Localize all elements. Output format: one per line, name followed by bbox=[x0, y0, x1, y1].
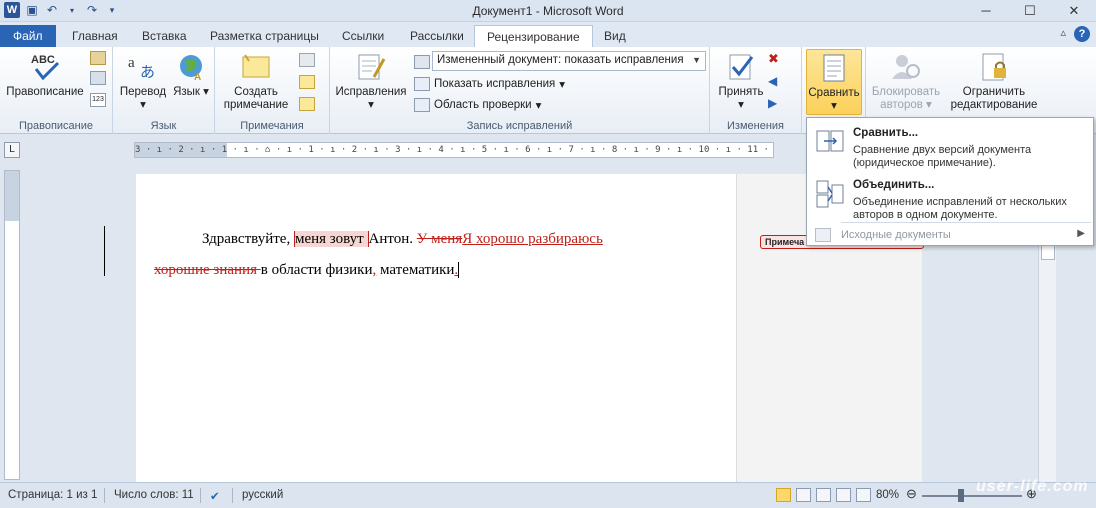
outline-view-icon[interactable] bbox=[836, 488, 851, 502]
ribbon-tabs: Файл Главная Вставка Разметка страницы С… bbox=[0, 22, 1096, 47]
tab-references[interactable]: Ссылки bbox=[330, 25, 396, 47]
minimize-ribbon-icon[interactable]: ▵ bbox=[1060, 26, 1066, 39]
tab-review[interactable]: Рецензирование bbox=[474, 25, 593, 47]
help-icon[interactable]: ? bbox=[1074, 26, 1090, 42]
zoom-out-icon[interactable]: ⊖ bbox=[906, 486, 917, 502]
deleted-text: хорошие знания bbox=[154, 262, 261, 278]
reject-icon[interactable]: ✖ bbox=[768, 52, 784, 67]
vruler-top-margin bbox=[5, 171, 19, 221]
spelling-icon: ABC bbox=[28, 51, 62, 83]
page-count[interactable]: Страница: 1 из 1 bbox=[8, 489, 97, 501]
word-count[interactable]: Число слов: 11 bbox=[114, 489, 194, 501]
word-count-icon[interactable]: 123 bbox=[90, 93, 106, 107]
language-status[interactable]: русский bbox=[242, 489, 283, 501]
menu-separator bbox=[841, 222, 1091, 223]
group-changes: Принять ▾ ✖ ◀ ▶ Изменения bbox=[710, 47, 802, 134]
proofing-status-icon[interactable]: ✔ bbox=[210, 489, 220, 503]
draft-view-icon[interactable] bbox=[856, 488, 871, 502]
group-label-proofing: Правописание bbox=[18, 120, 94, 132]
menu-item-source-documents[interactable]: Исходные документы ▶ bbox=[807, 226, 1093, 244]
restrict-editing-icon bbox=[977, 51, 1011, 83]
zoom-slider-thumb[interactable] bbox=[958, 489, 964, 502]
print-layout-view-icon[interactable] bbox=[776, 488, 791, 502]
next-change-icon[interactable]: ▶ bbox=[768, 97, 784, 111]
group-label-language: Язык bbox=[150, 120, 177, 132]
block-authors-icon bbox=[889, 51, 923, 83]
source-documents-icon bbox=[815, 228, 831, 242]
submenu-arrow-icon: ▶ bbox=[1077, 228, 1085, 239]
minimize-button[interactable]: ─ bbox=[964, 0, 1008, 21]
compare-button[interactable]: Сравнить ▾ bbox=[806, 49, 862, 115]
reviewing-pane-icon bbox=[414, 98, 430, 112]
document-page[interactable] bbox=[136, 174, 736, 494]
inserted-text: Я хорошо разбираюсь bbox=[462, 231, 603, 247]
language-button[interactable]: A Язык ▾ bbox=[171, 51, 211, 99]
svg-text:ABC: ABC bbox=[31, 54, 55, 66]
globe-icon: A bbox=[174, 51, 208, 83]
track-changes-button[interactable]: Исправления ▾ bbox=[334, 51, 408, 112]
tab-home[interactable]: Главная bbox=[60, 25, 130, 47]
document-text[interactable]: Здравствуйте, меня зовут Антон. У меняЯ … bbox=[154, 224, 634, 286]
thesaurus-icon[interactable] bbox=[90, 71, 106, 85]
spelling-button[interactable]: ABC Правописание bbox=[4, 51, 86, 99]
window-title: Документ1 - Microsoft Word bbox=[472, 4, 624, 18]
chevron-down-icon: ▼ bbox=[692, 55, 701, 65]
translate-button[interactable]: aあ Перевод ▾ bbox=[117, 51, 169, 112]
tab-insert[interactable]: Вставка bbox=[130, 25, 199, 47]
group-label-changes: Изменения bbox=[727, 120, 784, 132]
horizontal-ruler[interactable]: 3 · ı · 2 · ı · 1 · ı · ⌂ · ı · 1 · ı · … bbox=[134, 142, 774, 158]
compare-versions-icon bbox=[815, 127, 845, 157]
tab-page-layout[interactable]: Разметка страницы bbox=[198, 25, 331, 47]
web-layout-view-icon[interactable] bbox=[816, 488, 831, 502]
status-bar: Страница: 1 из 1 Число слов: 11 ✔ русски… bbox=[0, 482, 1096, 508]
vertical-ruler[interactable] bbox=[4, 170, 20, 480]
show-markup-icon bbox=[414, 77, 430, 91]
close-button[interactable]: ✕ bbox=[1052, 0, 1096, 21]
svg-text:あ: あ bbox=[140, 63, 155, 81]
next-comment-icon[interactable] bbox=[299, 97, 315, 111]
svg-text:a: a bbox=[128, 55, 135, 71]
tab-view[interactable]: Вид bbox=[592, 25, 638, 47]
accept-icon bbox=[724, 51, 758, 83]
accept-button[interactable]: Принять ▾ bbox=[714, 51, 768, 112]
change-bar bbox=[104, 226, 105, 276]
display-for-review-dropdown[interactable]: Измененный документ: показать исправлени… bbox=[432, 51, 706, 71]
group-label-comments: Примечания bbox=[240, 120, 304, 132]
group-label-tracking: Запись исправлений bbox=[466, 120, 573, 132]
restrict-editing-button[interactable]: Ограничить редактирование bbox=[944, 51, 1044, 112]
deleted-text: У меня bbox=[416, 231, 463, 247]
delete-comment-icon[interactable] bbox=[299, 53, 315, 67]
commented-text: меня зовут bbox=[293, 231, 369, 247]
tab-selector-icon[interactable]: L bbox=[4, 142, 20, 158]
previous-comment-icon[interactable] bbox=[299, 75, 315, 89]
previous-change-icon[interactable]: ◀ bbox=[768, 75, 784, 89]
compare-icon bbox=[817, 52, 851, 84]
new-comment-button[interactable]: Создать примечание bbox=[219, 51, 293, 112]
group-tracking: Исправления ▾ Измененный документ: показ… bbox=[330, 47, 710, 134]
maximize-button[interactable]: ☐ bbox=[1008, 0, 1052, 21]
combine-documents-icon bbox=[815, 179, 845, 209]
group-comments: Создать примечание Примечания bbox=[215, 47, 330, 134]
svg-text:A: A bbox=[194, 72, 201, 83]
title-bar: W ▣ ↶ ▾ ↷ ▾ Документ1 - Microsoft Word ─… bbox=[0, 0, 1096, 22]
show-markup-button[interactable]: Показать исправления ▾ bbox=[414, 77, 565, 91]
menu-item-combine[interactable]: Объединить... Объединение исправлений от… bbox=[807, 176, 1093, 222]
watermark: user-life.com bbox=[976, 478, 1089, 495]
display-for-review-icon bbox=[414, 55, 430, 69]
translate-icon: aあ bbox=[126, 51, 160, 83]
group-language: aあ Перевод ▾ A Язык ▾ Язык bbox=[113, 47, 215, 134]
zoom-level[interactable]: 80% bbox=[876, 489, 899, 501]
full-screen-reading-view-icon[interactable] bbox=[796, 488, 811, 502]
research-icon[interactable] bbox=[90, 51, 106, 65]
tab-mailings[interactable]: Рассылки bbox=[398, 25, 476, 47]
menu-item-compare[interactable]: Сравнить... Сравнение двух версий докуме… bbox=[807, 124, 1093, 170]
block-authors-button[interactable]: Блокировать авторов ▾ bbox=[870, 51, 942, 112]
track-changes-icon bbox=[354, 51, 388, 83]
group-proofing: ABC Правописание 123 Правописание bbox=[0, 47, 113, 134]
reviewing-pane-button[interactable]: Область проверки ▾ bbox=[414, 98, 541, 112]
tab-file[interactable]: Файл bbox=[0, 25, 56, 47]
new-comment-icon bbox=[239, 51, 273, 83]
compare-menu: Сравнить... Сравнение двух версий докуме… bbox=[806, 117, 1094, 246]
text-cursor bbox=[458, 262, 460, 278]
